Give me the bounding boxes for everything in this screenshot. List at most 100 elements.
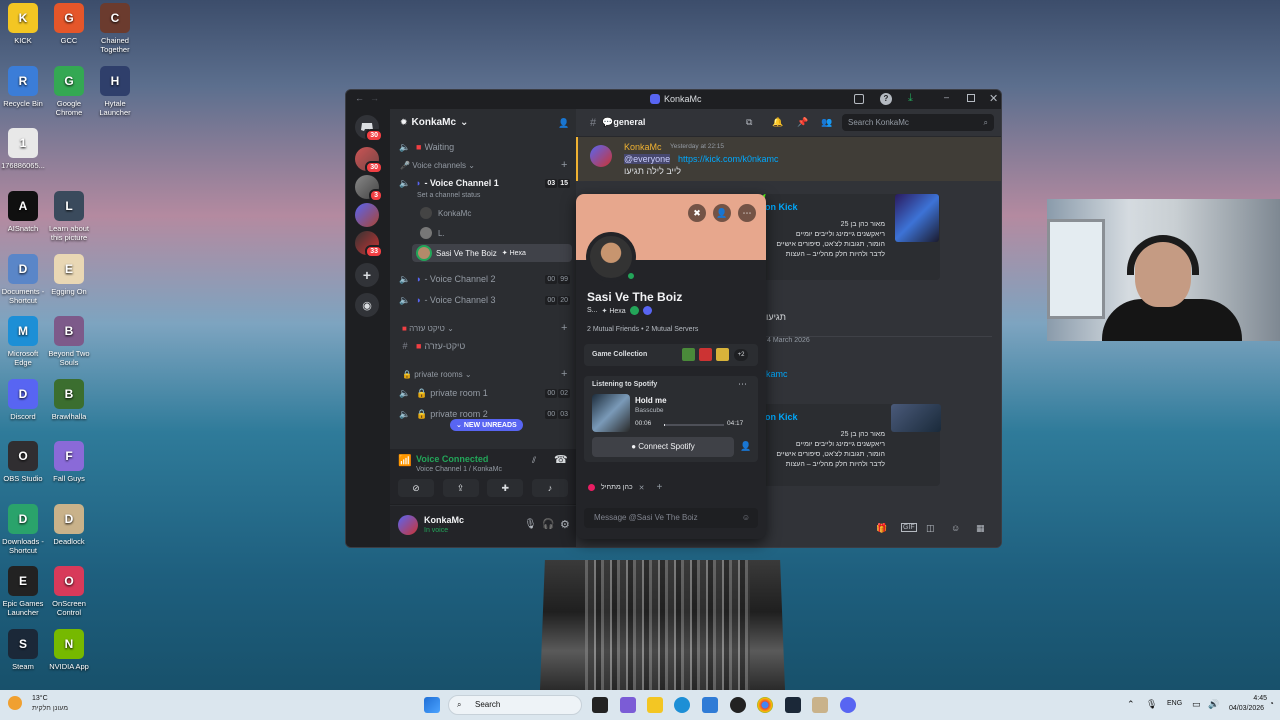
channel-ticket[interactable]: # ■ טיקט-עזרה	[398, 337, 570, 355]
avatar[interactable]	[398, 515, 418, 535]
back-arrow-icon[interactable]: ←	[355, 93, 364, 103]
screen-share-icon[interactable]: ⇪	[442, 479, 479, 497]
minimize-icon[interactable]: –	[944, 92, 949, 102]
desktop-shortcut[interactable]: D Downloads - Shortcut	[0, 504, 46, 555]
server-icon-2[interactable]: 3	[355, 175, 383, 202]
avatar[interactable]	[590, 145, 612, 167]
language-indicator[interactable]: ENG	[1167, 700, 1182, 707]
add-channel-icon[interactable]: +	[561, 368, 567, 380]
badge-icon[interactable]	[629, 306, 639, 315]
guild-tag[interactable]: ✦ Hexa	[602, 307, 626, 315]
channel-private-1[interactable]: 🔈 🔒 private room 1 00 02	[398, 384, 570, 402]
volume-icon[interactable]: 🔊	[1208, 699, 1219, 710]
desktop-shortcut[interactable]: D Discord	[0, 379, 46, 421]
desktop-shortcut[interactable]: E Epic Games Launcher	[0, 566, 46, 617]
weather-icon[interactable]	[8, 696, 22, 710]
desktop-shortcut[interactable]: L Learn about this picture	[46, 191, 92, 242]
remove-role-icon[interactable]: ✕	[639, 484, 645, 492]
embed-title[interactable]: on Kick	[765, 412, 798, 422]
category-ticket[interactable]: ■ טיקט עזרה ⌄	[402, 324, 454, 333]
server-icon-4[interactable]: 33	[355, 231, 383, 258]
desktop-shortcut[interactable]: D Deadlock	[46, 504, 92, 546]
message-link[interactable]: https://kick.com/k0nkamc	[678, 154, 779, 164]
download-icon[interactable]: ⤓	[908, 92, 913, 105]
taskbar-search[interactable]: ⌕ Search	[448, 695, 582, 715]
apps-icon[interactable]: ▦	[976, 523, 985, 534]
category-voice[interactable]: 🎤 Voice channels ⌄	[400, 161, 475, 170]
microphone-icon[interactable]: 🎙	[524, 519, 537, 530]
add-role-icon[interactable]: +	[657, 482, 663, 493]
disconnect-icon[interactable]: ☎	[554, 453, 568, 466]
chevron-up-icon[interactable]: ⌃	[1127, 699, 1135, 710]
discover-icon[interactable]: ◉	[355, 293, 379, 317]
desktop-shortcut[interactable]: O OnScreen Control	[46, 566, 92, 617]
category-private[interactable]: 🔒 private rooms ⌄	[402, 370, 472, 379]
message-author[interactable]: kamc	[766, 369, 788, 379]
weather-desc[interactable]: מעונן חלקית	[32, 705, 68, 712]
copilot-icon[interactable]	[620, 697, 636, 713]
headphones-icon[interactable]: 🎧	[542, 519, 554, 530]
desktop-shortcut[interactable]: H Hytale Launcher	[92, 66, 138, 117]
emoji-icon[interactable]: ☺	[742, 508, 750, 528]
noise-suppression-icon[interactable]: ⫽	[532, 455, 536, 466]
album-art[interactable]	[592, 394, 630, 432]
voice-status[interactable]: Voice Connected	[416, 454, 488, 464]
bell-icon[interactable]: 🔔	[772, 117, 783, 128]
block-icon[interactable]: ✖	[688, 204, 706, 222]
user-name[interactable]: KonkaMc	[424, 515, 464, 525]
network-icon[interactable]: ▭	[1192, 699, 1201, 710]
settings-gear-icon[interactable]: ⚙	[560, 518, 570, 531]
task-view-icon[interactable]	[592, 697, 608, 713]
listen-along-icon[interactable]: 👤	[740, 441, 751, 452]
channel-waiting[interactable]: 🔈 ■ Waiting	[398, 138, 570, 156]
channel-voice-3[interactable]: 🔈 ◗ - Voice Channel 3 00 20	[398, 291, 570, 309]
soundboard-icon[interactable]: ♪	[531, 479, 568, 497]
camera-icon[interactable]: ⊘	[398, 479, 434, 497]
direct-messages-icon[interactable]: 30	[355, 115, 383, 142]
desktop-shortcut[interactable]: D Documents - Shortcut	[0, 254, 46, 305]
message-author[interactable]: KonkaMc	[624, 142, 662, 152]
search-input[interactable]: Search KonkaMc ⌕	[842, 114, 994, 131]
channel-voice-2[interactable]: 🔈 ◗ - Voice Channel 2 00 99	[398, 270, 570, 288]
file-explorer-icon[interactable]	[647, 697, 663, 713]
chrome-icon[interactable]	[757, 697, 773, 713]
direct-message-input[interactable]: Message @Sasi Ve The Boiz ☺	[584, 508, 758, 528]
desktop-shortcut[interactable]: B Brawlhalla	[46, 379, 92, 421]
desktop-shortcut[interactable]: M Microsoft Edge	[0, 316, 46, 367]
embed-title[interactable]: on Kick	[765, 202, 798, 212]
desktop-shortcut[interactable]: K KICK	[0, 3, 46, 45]
pin-icon[interactable]: 📌	[797, 117, 808, 128]
voice-member[interactable]: KonkaMc	[420, 204, 560, 222]
start-icon[interactable]	[424, 697, 440, 713]
mutuals[interactable]: 2 Mutual Friends • 2 Mutual Servers	[587, 326, 698, 333]
gif-icon[interactable]: GIF	[901, 523, 917, 532]
song-title[interactable]: Hold me	[635, 396, 667, 405]
more-icon[interactable]: ⋯	[738, 379, 747, 390]
emoji-icon[interactable]: ☺	[951, 523, 960, 533]
song-artist[interactable]: Basscube	[635, 407, 664, 414]
server-icon-konkamc[interactable]	[355, 203, 379, 227]
add-channel-icon[interactable]: +	[561, 159, 567, 171]
more-icon[interactable]: ⋯	[738, 204, 756, 222]
store-icon[interactable]	[702, 697, 718, 713]
desktop-shortcut[interactable]: S Steam	[0, 629, 46, 671]
voice-member[interactable]: L.	[420, 224, 560, 242]
voice-member-active[interactable]: Sasi Ve The Boiz ✦ Hexa	[412, 244, 572, 262]
threads-icon[interactable]: #	[590, 117, 596, 129]
notification-icon[interactable]: ◔	[1269, 699, 1274, 708]
desktop-shortcut[interactable]: N NVIDIA App	[46, 629, 92, 671]
desktop-shortcut[interactable]: R Recycle Bin	[0, 66, 46, 108]
clock-time[interactable]: 4:45	[1229, 695, 1267, 702]
desktop-shortcut[interactable]: A AISnatch	[0, 191, 46, 233]
microphone-icon[interactable]: 🎙	[1146, 699, 1157, 710]
desktop-shortcut[interactable]: O OBS Studio	[0, 441, 46, 483]
desktop-shortcut[interactable]: E Egging On	[46, 254, 92, 296]
desktop-shortcut[interactable]: F Fall Guys	[46, 441, 92, 483]
maximize-icon[interactable]	[967, 94, 975, 102]
edge-icon[interactable]	[674, 697, 690, 713]
threads-toolbar-icon[interactable]: ⧉	[746, 117, 752, 128]
member-list-icon[interactable]: 👥	[821, 117, 832, 128]
inbox-icon[interactable]	[854, 94, 864, 104]
clock-date[interactable]: 04/03/2026	[1229, 705, 1264, 712]
server-icon-1[interactable]: 30	[355, 147, 383, 174]
